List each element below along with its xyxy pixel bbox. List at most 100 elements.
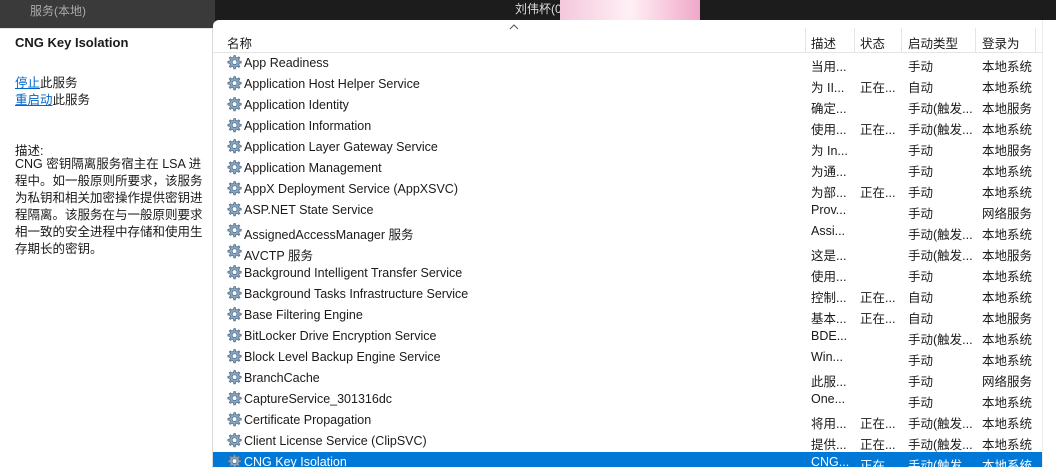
gear-icon	[225, 201, 243, 219]
column-divider[interactable]	[805, 28, 806, 52]
restart-service-link[interactable]: 重启动	[15, 93, 53, 107]
service-status-cell: 正在...	[860, 417, 896, 431]
gear-icon	[225, 117, 243, 135]
service-startup-type-cell: 自动	[908, 81, 934, 95]
table-row[interactable]: Application Identity 确定... 手动(触发... 本地服务	[213, 95, 1043, 116]
service-status-cell: 正在...	[860, 81, 896, 95]
table-row[interactable]: AppX Deployment Service (AppXSVC) 为部... 正在…	[213, 179, 1043, 200]
sort-ascending-icon	[509, 22, 519, 33]
service-name-cell: Block Level Backup Engine Service	[244, 350, 441, 364]
service-logon-cell: 本地系统	[982, 123, 1033, 137]
service-startup-type-cell: 手动	[908, 375, 934, 389]
service-startup-type-cell: 手动(触发...	[908, 228, 973, 242]
service-name-cell: ASP.NET State Service	[244, 203, 374, 217]
service-name-cell: Application Management	[244, 161, 382, 175]
table-row[interactable]: Block Level Backup Engine Service Win... 手…	[213, 347, 1043, 368]
column-divider[interactable]	[975, 28, 976, 52]
service-startup-type-cell: 手动(触发...	[908, 102, 973, 116]
table-row[interactable]: ASP.NET State Service Prov... 手动 网络服务	[213, 200, 1043, 221]
window-title: 服务(本地)	[30, 4, 86, 18]
service-logon-cell: 本地系统	[982, 438, 1033, 452]
service-description-cell: 控制...	[811, 291, 847, 305]
service-logon-cell: 本地系统	[982, 228, 1033, 242]
table-row[interactable]: AVCTP 服务 这是... 手动(触发... 本地服务	[213, 242, 1043, 263]
table-row[interactable]: Application Host Helper Service 为 II... 正在…	[213, 74, 1043, 95]
service-description-cell: BDE...	[811, 329, 848, 343]
service-description-cell: Assi...	[811, 224, 846, 238]
service-description-cell: Prov...	[811, 203, 847, 217]
service-name-cell: AppX Deployment Service (AppXSVC)	[244, 182, 458, 196]
service-logon-cell: 网络服务	[982, 375, 1033, 389]
gear-icon	[225, 222, 243, 240]
service-startup-type-cell: 手动	[908, 60, 934, 74]
service-logon-cell: 本地服务	[982, 144, 1033, 158]
service-logon-cell: 本地系统	[982, 165, 1033, 179]
column-header-name[interactable]: 名称	[227, 33, 252, 52]
service-logon-cell: 本地服务	[982, 312, 1033, 326]
gear-icon	[225, 285, 243, 303]
service-name-cell: Application Identity	[244, 98, 349, 112]
service-description-cell: 提供...	[811, 438, 847, 452]
service-startup-type-cell: 手动	[908, 165, 934, 179]
service-logon-cell: 本地系统	[982, 60, 1033, 74]
service-startup-type-cell: 手动	[908, 186, 934, 200]
service-startup-type-cell: 自动	[908, 291, 934, 305]
table-row[interactable]: Background Intelligent Transfer Service 使…	[213, 263, 1043, 284]
table-row[interactable]: Application Information 使用... 正在... 手动(触发..…	[213, 116, 1043, 137]
service-name-cell: AssignedAccessManager 服务	[244, 228, 414, 242]
service-status-cell: 正在...	[860, 291, 896, 305]
service-name-cell: CaptureService_301316dc	[244, 392, 393, 406]
service-name-cell: CNG Key Isolation	[244, 455, 347, 467]
column-header-status[interactable]: 状态	[860, 33, 885, 52]
selected-service-name: CNG Key Isolation	[15, 35, 129, 50]
service-description-cell: 当用...	[811, 60, 847, 74]
service-logon-cell: 本地服务	[982, 249, 1033, 263]
stop-service-link[interactable]: 停止	[15, 76, 40, 90]
table-row[interactable]: CNG Key Isolation CNG... 正在... 手动(触发... 本地系统	[213, 452, 1043, 467]
service-name-cell: Client License Service (ClipSVC)	[244, 434, 427, 448]
service-description-cell: 将用...	[811, 417, 847, 431]
table-row[interactable]: BranchCache 此服... 手动 网络服务	[213, 368, 1043, 389]
column-header-log-on-as[interactable]: 登录为	[982, 33, 1020, 52]
column-header-startup-type[interactable]: 启动类型	[908, 33, 958, 52]
service-description-cell: One...	[811, 392, 846, 406]
table-row[interactable]: Client License Service (ClipSVC) 提供... 正在.…	[213, 431, 1043, 452]
gear-icon	[225, 264, 243, 282]
service-logon-cell: 本地系统	[982, 270, 1033, 284]
service-description-cell: 为 In...	[811, 144, 848, 158]
service-description-pane: CNG Key Isolation 停止此服务 重启动此服务 描述: CNG 密…	[0, 28, 213, 468]
column-header-description[interactable]: 描述	[811, 33, 836, 52]
service-startup-type-cell: 手动	[908, 354, 934, 368]
service-logon-cell: 网络服务	[982, 207, 1033, 221]
restart-service-suffix: 此服务	[52, 93, 91, 107]
service-startup-type-cell: 手动(触发...	[908, 417, 973, 431]
table-row[interactable]: Base Filtering Engine 基本... 正在... 自动 本地服务	[213, 305, 1043, 326]
table-row[interactable]: Application Layer Gateway Service 为 In...…	[213, 137, 1043, 158]
column-divider[interactable]	[901, 28, 902, 52]
table-row[interactable]: BitLocker Drive Encryption Service BDE...…	[213, 326, 1043, 347]
service-description-cell: 为通...	[811, 165, 847, 179]
service-logon-cell: 本地系统	[982, 291, 1033, 305]
table-row[interactable]: Background Tasks Infrastructure Service 控…	[213, 284, 1043, 305]
table-row[interactable]: App Readiness 当用... 手动 本地系统	[213, 53, 1043, 74]
restart-service-action: 重启动此服务	[15, 89, 90, 108]
gear-icon	[225, 411, 243, 429]
service-name-cell: Background Intelligent Transfer Service	[244, 266, 463, 280]
gear-icon	[225, 348, 243, 366]
table-row[interactable]: Application Management 为通... 手动 本地系统	[213, 158, 1043, 179]
column-divider[interactable]	[1035, 28, 1036, 52]
background-image	[560, 0, 700, 20]
vertical-scrollbar[interactable]	[1042, 20, 1056, 467]
gear-icon	[225, 54, 243, 72]
service-startup-type-cell: 手动(触发...	[908, 438, 973, 452]
table-row[interactable]: Certificate Propagation 将用... 正在... 手动(触发..…	[213, 410, 1043, 431]
service-name-cell: Application Host Helper Service	[244, 77, 420, 91]
service-description-cell: 为部...	[811, 186, 847, 200]
table-row[interactable]: AssignedAccessManager 服务 Assi... 手动(触发... 本…	[213, 221, 1043, 242]
service-status-cell: 正在...	[860, 312, 896, 326]
gear-icon	[225, 75, 243, 93]
service-name-cell: AVCTP 服务	[244, 249, 313, 263]
window-titlebar: 服务(本地)	[0, 0, 215, 30]
table-row[interactable]: CaptureService_301316dc One... 手动 本地系统	[213, 389, 1043, 410]
column-divider[interactable]	[854, 28, 855, 52]
